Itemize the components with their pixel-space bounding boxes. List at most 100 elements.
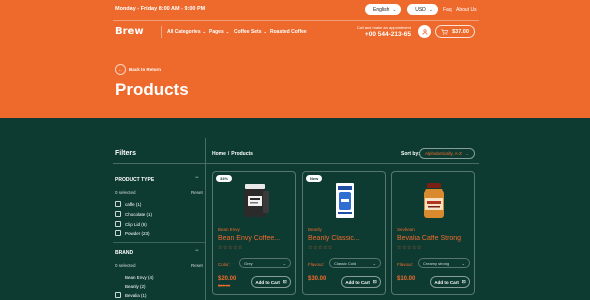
nav-coffee-sets[interactable]: Coffee Sets ⌄ — [234, 29, 267, 35]
page-title: Products — [115, 80, 189, 99]
product-price: $20.00 — [218, 276, 237, 282]
currency-select[interactable]: USD ⌄ — [407, 4, 438, 15]
option-value: Grey — [244, 260, 253, 266]
option-select[interactable]: Classic Cold ⌄ — [329, 258, 381, 268]
sort-value: Alphabetically, A-Z — [425, 151, 462, 156]
filter-option-label[interactable]: Bevalia (1) — [125, 293, 147, 298]
chevron-down-icon: ⌄ — [282, 260, 286, 266]
product-price: $30.00 — [308, 276, 327, 282]
option-label: Flavour: — [397, 262, 414, 267]
breadcrumb: Home / Products — [212, 151, 253, 157]
product-card[interactable]: 33% Bean Envy Bean Envy Coffee... ☆☆☆☆☆ … — [212, 171, 296, 295]
cart-total: $37.00 — [452, 28, 469, 35]
cart-button[interactable]: $37.00 — [435, 25, 475, 38]
filter-option-label[interactable]: Clip Lid (6) — [125, 222, 147, 227]
logo[interactable]: Brew — [115, 26, 144, 37]
divider — [113, 20, 479, 21]
divider — [161, 26, 162, 38]
filters-title: Filters — [115, 150, 137, 157]
filter-option-label[interactable]: caffe (1) — [125, 202, 141, 207]
option-value: Creamy strong — [423, 260, 450, 266]
bag-icon: ⊡ — [282, 279, 287, 284]
filter-option-label[interactable]: Chocolate (1) — [125, 212, 152, 217]
filter-group-title[interactable]: PRODUCT TYPE — [115, 177, 154, 183]
filter-checkbox[interactable] — [115, 221, 121, 227]
discount-badge: 33% — [216, 175, 233, 182]
breadcrumb-current: Products — [231, 151, 253, 157]
call-text: Call and make an appointment — [356, 25, 411, 30]
product-name[interactable]: Bean Envy Coffee... — [218, 235, 292, 242]
chevron-down-icon: ⌄ — [372, 260, 376, 266]
call-box: Call and make an appointment +00 544-213… — [353, 25, 411, 38]
product-name[interactable]: Bevalia Caffe Strong — [397, 235, 471, 242]
add-to-cart-button[interactable]: Add to Cart ⊡ — [430, 276, 470, 288]
product-name[interactable]: Beanly Classic... — [308, 235, 382, 242]
option-label: Color: — [218, 262, 231, 267]
option-select[interactable]: Grey ⌄ — [239, 258, 291, 268]
rating-stars-icon: ☆☆☆☆☆ — [218, 245, 243, 251]
add-to-cart-button[interactable]: Add to Cart ⊡ — [251, 276, 291, 288]
rating-stars-icon: ☆☆☆☆☆ — [308, 245, 333, 251]
filter-option-label[interactable]: Beanly (2) — [125, 284, 146, 289]
collapse-icon[interactable]: − — [195, 175, 199, 181]
filter-option-label[interactable]: Powder (23) — [125, 231, 150, 236]
language-select[interactable]: English ⌄ — [365, 4, 401, 15]
hero-section: Monday - Friday 8:00 AM - 9:00 PM Englis… — [0, 0, 590, 118]
rating-stars-icon: ☆☆☆☆☆ — [397, 245, 422, 251]
bag-icon: ⊡ — [461, 279, 466, 284]
chevron-down-icon: ⌄ — [263, 29, 267, 34]
chevron-down-icon: ⌄ — [461, 260, 465, 266]
chevron-down-icon: ⌄ — [202, 29, 206, 34]
coffee-canister-image — [244, 184, 269, 217]
filter-option-label[interactable]: Bean Envy (4) — [125, 275, 154, 280]
currency-value: USD — [415, 6, 426, 13]
nav-all-categories[interactable]: All Categories ⌄ — [167, 29, 206, 35]
opening-hours: Monday - Friday 8:00 AM - 9:00 PM — [115, 6, 206, 12]
sort-select[interactable]: Alphabetically, A-Z ⌄ — [419, 148, 475, 159]
reset-link[interactable]: Reset — [191, 263, 203, 268]
filter-group-title[interactable]: BRAND — [115, 250, 133, 256]
back-label[interactable]: Back to Return — [129, 67, 161, 72]
nav-pages[interactable]: Pages ⌄ — [209, 29, 229, 35]
divider — [113, 163, 205, 164]
sort-label: Sort by: — [401, 151, 420, 157]
product-brand: Beanly — [308, 227, 322, 232]
selected-count: 0 selected — [115, 263, 136, 268]
product-card[interactable]: Sevbean Bevalia Caffe Strong ☆☆☆☆☆ Flavo… — [391, 171, 475, 295]
chevron-down-icon: ⌄ — [392, 6, 397, 13]
filter-checkbox[interactable] — [115, 292, 121, 298]
back-button[interactable]: ← — [115, 64, 126, 75]
chevron-down-icon: ⌄ — [465, 151, 469, 156]
collapse-icon[interactable]: − — [195, 248, 199, 254]
selected-count: 0 selected — [115, 190, 136, 195]
nav-roasted-coffee[interactable]: Roasted Coffee — [270, 29, 307, 35]
arrow-left-icon: ← — [118, 66, 123, 73]
product-price: $10.00 — [397, 276, 416, 282]
filter-checkbox[interactable] — [115, 211, 121, 217]
new-badge: New — [306, 175, 323, 182]
bag-icon: ⊡ — [372, 279, 377, 284]
filter-checkbox[interactable] — [115, 230, 121, 236]
coffee-jar-image — [424, 183, 444, 218]
coffee-bag-image — [336, 183, 354, 218]
option-value: Classic Cold — [334, 260, 357, 266]
breadcrumb-home[interactable]: Home — [212, 151, 226, 157]
faq-link[interactable]: Faq — [443, 7, 452, 13]
user-icon — [422, 28, 427, 35]
filter-checkbox[interactable] — [115, 201, 121, 207]
about-us-link[interactable]: About Us — [456, 7, 477, 13]
product-card[interactable]: New Beanly Beanly Classic... ☆☆☆☆☆ Flavo… — [302, 171, 386, 295]
chevron-down-icon: ⌄ — [225, 29, 230, 34]
add-to-cart-button[interactable]: Add to Cart ⊡ — [341, 276, 381, 288]
option-label: Flavour: — [308, 262, 325, 267]
reset-link[interactable]: Reset — [191, 190, 203, 195]
cart-icon — [441, 28, 449, 35]
product-brand: Sevbean — [397, 227, 415, 232]
phone-number[interactable]: +00 544-213-65 — [353, 31, 411, 38]
old-price: $30.00 — [218, 283, 231, 288]
divider — [113, 242, 205, 243]
topbar: Monday - Friday 8:00 AM - 9:00 PM — [0, 0, 590, 20]
option-select[interactable]: Creamy strong ⌄ — [418, 258, 470, 268]
product-brand: Bean Envy — [218, 227, 240, 232]
account-button[interactable] — [418, 25, 431, 38]
